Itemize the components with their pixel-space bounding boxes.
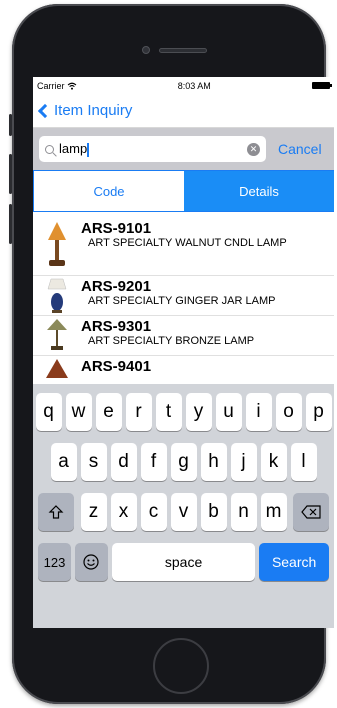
key-q[interactable]: q	[35, 393, 62, 431]
key-t[interactable]: t	[155, 393, 182, 431]
key-j[interactable]: j	[230, 443, 257, 481]
carrier-label: Carrier	[37, 80, 65, 91]
front-camera	[142, 46, 150, 54]
battery-icon	[311, 82, 332, 89]
item-description: ART SPECIALTY WALNUT CNDL LAMP	[88, 237, 287, 249]
carrier-indicator: Carrier	[37, 81, 77, 91]
search-input-text: lamp	[59, 141, 247, 157]
key-x[interactable]: x	[110, 493, 137, 531]
back-label: Item Inquiry	[54, 102, 133, 119]
key-l[interactable]: l	[290, 443, 317, 481]
search-input[interactable]: lamp ✕	[39, 136, 266, 162]
screen: Carrier 8:03 AM Item Inquiry lamp ✕ Canc…	[33, 77, 334, 628]
lamp-icon	[47, 278, 67, 313]
key-n[interactable]: n	[230, 493, 257, 531]
item-code: ARS-9101	[81, 220, 152, 237]
earpiece-speaker	[159, 48, 207, 53]
volume-up-button	[9, 154, 12, 194]
keyboard-row-1: q w e r t y u i o p	[33, 393, 334, 431]
item-code: ARS-9301	[81, 318, 152, 335]
emoji-key[interactable]	[74, 543, 108, 581]
clear-icon[interactable]: ✕	[247, 142, 260, 156]
search-value: lamp	[59, 141, 88, 157]
key-u[interactable]: u	[215, 393, 242, 431]
shift-icon	[48, 505, 64, 519]
key-w[interactable]: w	[65, 393, 92, 431]
segment-code[interactable]: Code	[34, 171, 184, 211]
emoji-icon	[83, 554, 100, 570]
item-thumbnail	[33, 278, 81, 313]
key-y[interactable]: y	[185, 393, 212, 431]
search-icon	[45, 144, 54, 154]
search-bar: lamp ✕ Cancel	[33, 128, 334, 170]
item-thumbnail	[33, 220, 81, 271]
item-description: ART SPECIALTY GINGER JAR LAMP	[88, 295, 276, 307]
item-description: ART SPECIALTY BRONZE LAMP	[88, 335, 255, 347]
key-z[interactable]: z	[80, 493, 107, 531]
key-b[interactable]: b	[200, 493, 227, 531]
segmented-control: Code Details	[33, 170, 334, 212]
backspace-icon	[301, 505, 321, 519]
keyboard-row-3: z x c v b n m	[33, 493, 334, 531]
mute-switch	[9, 114, 12, 136]
results-list: ARS-9101 ART SPECIALTY WALNUT CNDL LAMP …	[33, 212, 334, 386]
cancel-button[interactable]: Cancel	[278, 141, 322, 157]
search-key[interactable]: Search	[259, 543, 329, 581]
list-item[interactable]: ARS-9301 ART SPECIALTY BRONZE LAMP	[33, 316, 334, 356]
key-a[interactable]: a	[50, 443, 77, 481]
status-time: 8:03 AM	[177, 80, 211, 91]
lamp-icon	[47, 319, 67, 350]
key-k[interactable]: k	[260, 443, 287, 481]
item-code: ARS-9401	[81, 358, 152, 375]
segment-details[interactable]: Details	[184, 171, 334, 211]
key-m[interactable]: m	[260, 493, 287, 531]
back-button[interactable]: Item Inquiry	[37, 102, 132, 119]
keyboard: q w e r t y u i o p a s d f g h j k l z …	[33, 384, 334, 628]
text-cursor	[87, 142, 89, 157]
wifi-icon	[67, 82, 76, 90]
key-c[interactable]: c	[140, 493, 167, 531]
item-thumbnail	[33, 318, 81, 351]
list-item[interactable]: ARS-9201 ART SPECIALTY GINGER JAR LAMP	[33, 276, 334, 316]
space-key[interactable]: space	[111, 543, 256, 581]
key-s[interactable]: s	[80, 443, 107, 481]
key-v[interactable]: v	[170, 493, 197, 531]
numbers-key[interactable]: 123	[38, 543, 71, 581]
keyboard-row-2: a s d f g h j k l	[33, 443, 334, 481]
key-d[interactable]: d	[110, 443, 137, 481]
item-thumbnail	[33, 358, 81, 382]
key-f[interactable]: f	[140, 443, 167, 481]
chevron-left-icon	[37, 103, 53, 118]
navigation-bar: Item Inquiry	[33, 94, 334, 128]
key-e[interactable]: e	[95, 393, 122, 431]
key-g[interactable]: g	[170, 443, 197, 481]
key-h[interactable]: h	[200, 443, 227, 481]
list-item[interactable]: ARS-9101 ART SPECIALTY WALNUT CNDL LAMP	[33, 218, 334, 276]
lamp-icon	[46, 359, 68, 378]
item-code: ARS-9201	[81, 278, 152, 295]
home-button[interactable]	[153, 638, 209, 694]
shift-key[interactable]	[38, 493, 74, 531]
key-i[interactable]: i	[245, 393, 272, 431]
keyboard-row-4: 123 space Search	[33, 543, 334, 581]
backspace-key[interactable]	[293, 493, 329, 531]
volume-down-button	[9, 204, 12, 244]
list-item[interactable]: ARS-9401	[33, 356, 334, 386]
key-p[interactable]: p	[305, 393, 332, 431]
key-o[interactable]: o	[275, 393, 302, 431]
key-r[interactable]: r	[125, 393, 152, 431]
lamp-icon	[48, 222, 66, 266]
status-bar: Carrier 8:03 AM	[33, 77, 334, 94]
